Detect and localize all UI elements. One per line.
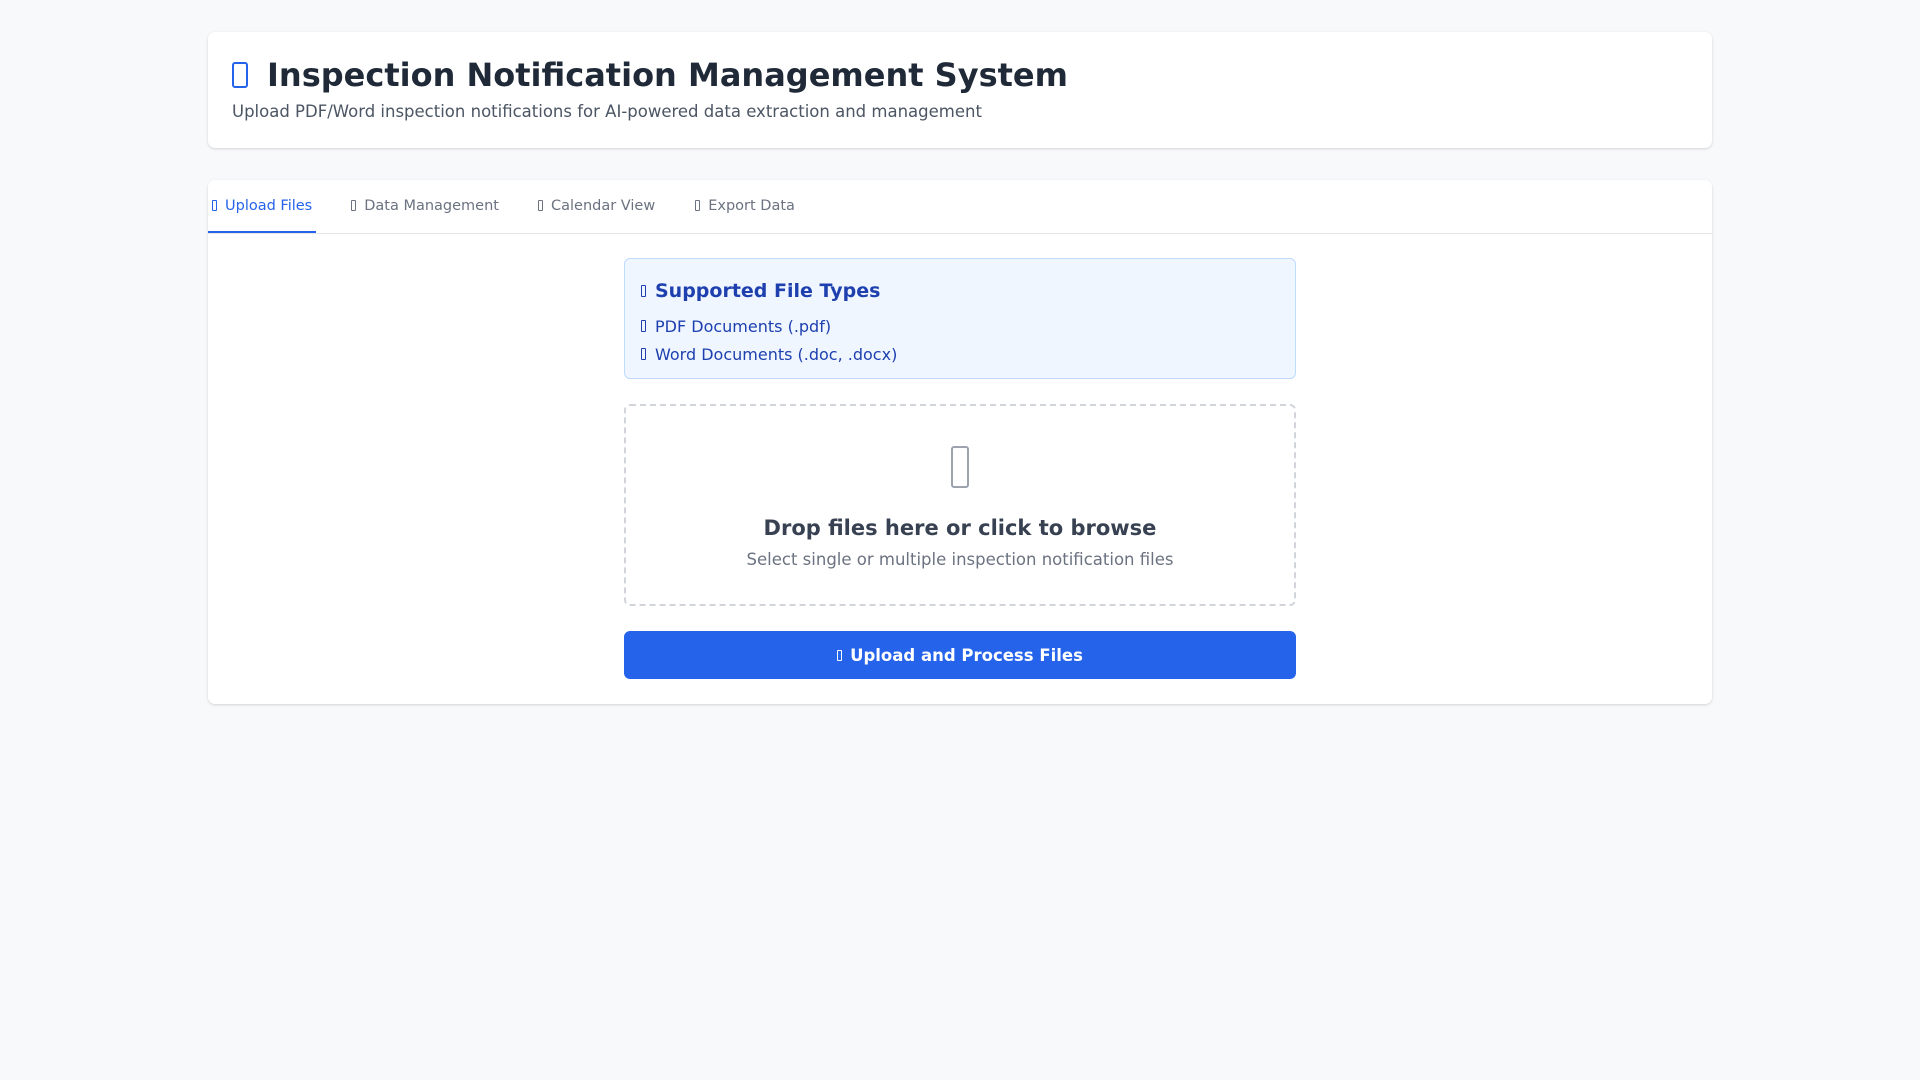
file-pdf-icon — [641, 320, 646, 332]
list-item-label: Word Documents (.doc, .docx) — [655, 344, 898, 364]
header-card: Inspection Notification Management Syste… — [208, 32, 1712, 148]
cloud-upload-icon — [951, 446, 969, 488]
page-title: Inspection Notification Management Syste… — [267, 56, 1068, 94]
document-icon — [232, 62, 248, 88]
list-item-label: PDF Documents (.pdf) — [655, 316, 832, 336]
supported-title: Supported File Types — [641, 279, 1279, 303]
file-drop-zone[interactable]: Drop files here or click to browse Selec… — [624, 404, 1296, 606]
page-subtitle: Upload PDF/Word inspection notifications… — [232, 102, 982, 121]
supported-file-types-box: Supported File Types PDF Documents (.pdf… — [624, 258, 1296, 379]
upload-panel: Supported File Types PDF Documents (.pdf… — [624, 258, 1296, 679]
file-word-icon — [641, 348, 646, 360]
tab-data-management[interactable]: Data Management — [351, 180, 499, 233]
upload-button-label: Upload and Process Files — [850, 645, 1083, 665]
database-icon — [351, 200, 357, 211]
upload-icon — [837, 649, 843, 661]
supported-title-text: Supported File Types — [655, 280, 881, 302]
tab-label: Data Management — [364, 197, 499, 214]
tab-export-data[interactable]: Export Data — [695, 180, 795, 233]
tab-calendar-view[interactable]: Calendar View — [537, 180, 656, 233]
list-item: Word Documents (.doc, .docx) — [641, 340, 1279, 368]
tab-label: Export Data — [708, 197, 795, 214]
download-icon — [695, 200, 701, 211]
drop-zone-subtitle: Select single or multiple inspection not… — [746, 550, 1174, 569]
main-card: Upload Files Data Management Calendar Vi… — [208, 180, 1712, 704]
calendar-icon — [537, 200, 543, 211]
upload-and-process-button[interactable]: Upload and Process Files — [624, 631, 1296, 679]
info-icon — [641, 285, 646, 297]
drop-zone-title: Drop files here or click to browse — [763, 516, 1157, 540]
tab-label: Calendar View — [550, 197, 656, 214]
tab-bar: Upload Files Data Management Calendar Vi… — [208, 180, 1712, 234]
list-item: PDF Documents (.pdf) — [641, 312, 1279, 340]
upload-icon — [212, 200, 217, 211]
tab-upload-files[interactable]: Upload Files — [208, 180, 317, 233]
supported-list: PDF Documents (.pdf) Word Documents (.do… — [641, 312, 1279, 368]
tab-label: Upload Files — [225, 197, 313, 214]
title-row: Inspection Notification Management Syste… — [232, 54, 1688, 96]
